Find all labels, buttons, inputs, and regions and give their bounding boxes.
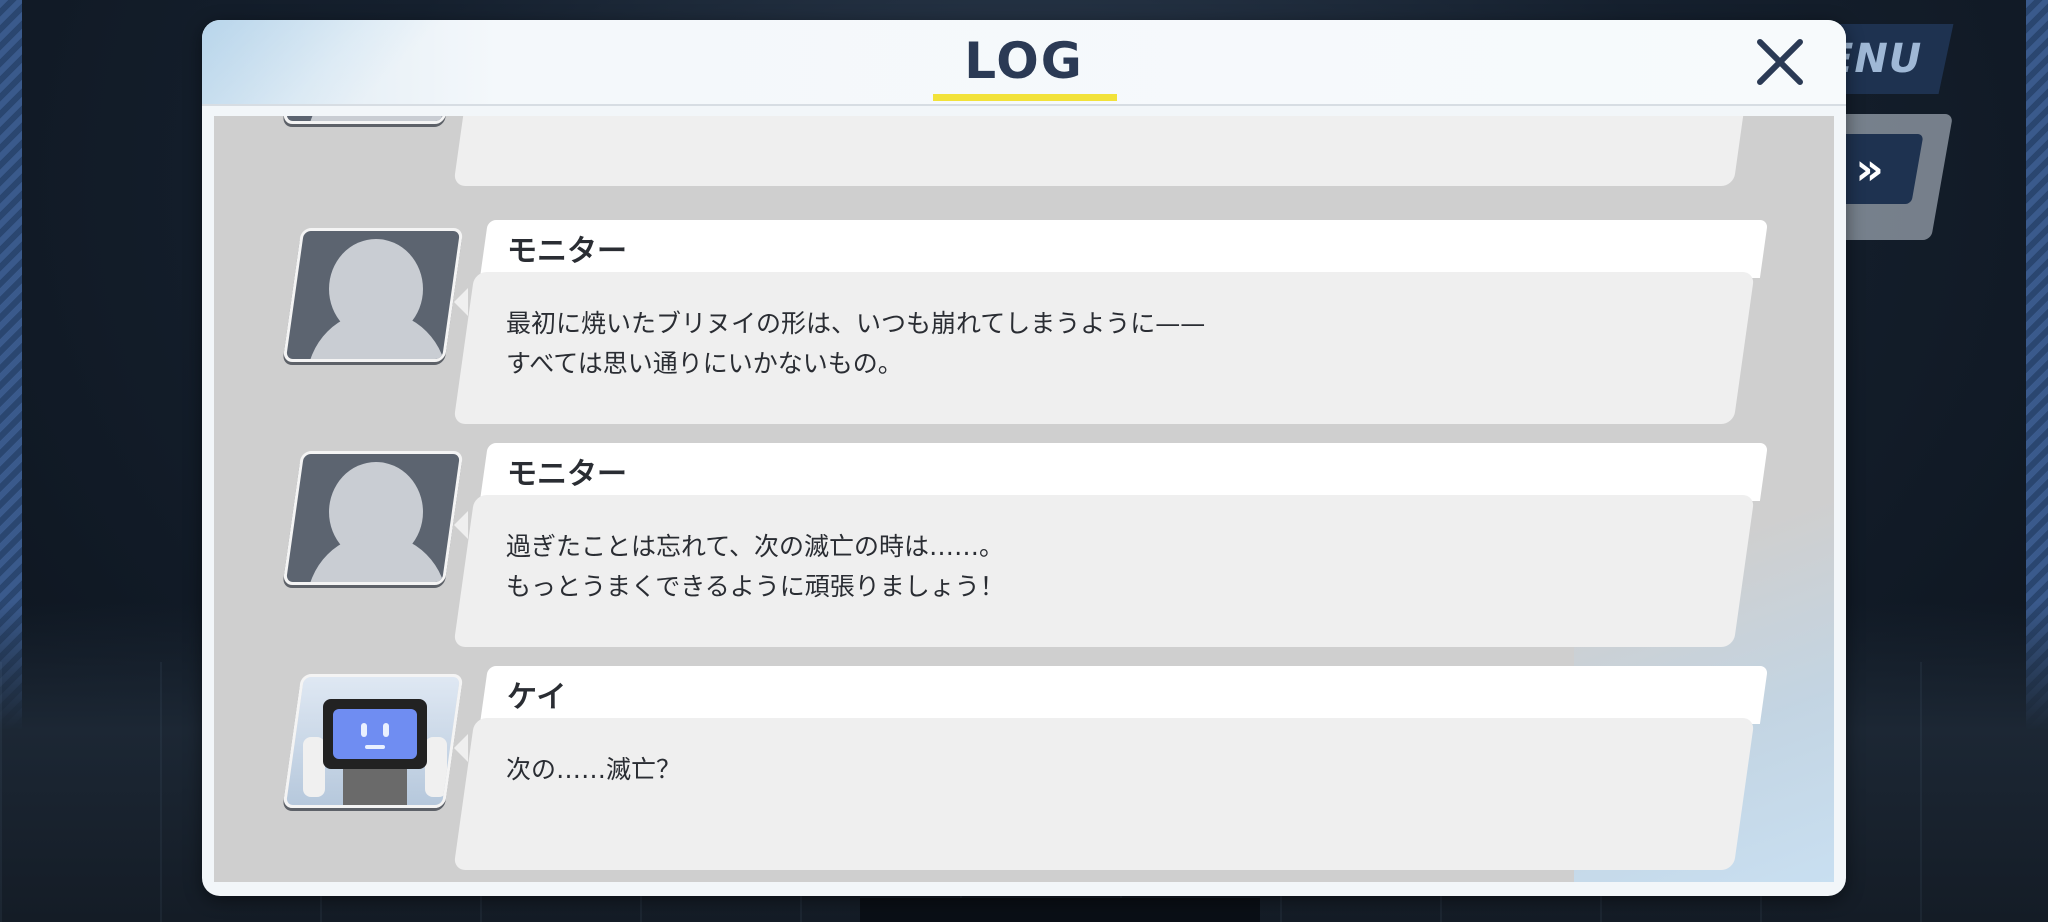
silhouette-icon bbox=[295, 116, 451, 124]
title-underline bbox=[933, 94, 1117, 101]
bubble-pointer bbox=[454, 511, 468, 539]
silhouette-icon bbox=[295, 454, 451, 585]
speaker-avatar bbox=[282, 228, 464, 362]
speaker-name-tab bbox=[479, 443, 1769, 501]
message-text: 最初に焼いたブリヌイの形は、いつも崩れてしまうように—— すべては思い通りにいかな… bbox=[506, 309, 1206, 378]
speaker-avatar bbox=[282, 674, 464, 808]
message-text: 過ぎたことは忘れて、次の滅亡の時は……。 もっとうまくできるように頑張りましょう！ bbox=[506, 532, 1005, 601]
log-header: LOG bbox=[202, 20, 1846, 106]
speaker-name-tab bbox=[479, 220, 1769, 278]
bubble-pointer bbox=[454, 288, 468, 316]
log-entry bbox=[214, 116, 1834, 198]
message-bubble bbox=[453, 718, 1755, 870]
log-scroll-area[interactable]: モニター 最初に焼いたブリヌイの形は、いつも崩れてしまうように—— すべては思い通… bbox=[214, 116, 1834, 882]
log-entry: モニター 最初に焼いたブリヌイの形は、いつも崩れてしまうように—— すべては思い通… bbox=[214, 220, 1834, 436]
speaker-name-tab bbox=[479, 666, 1769, 724]
robot-icon bbox=[295, 677, 451, 808]
speaker-avatar bbox=[282, 116, 464, 124]
close-button[interactable] bbox=[1752, 34, 1808, 90]
message-bubble bbox=[453, 116, 1755, 186]
log-entry: ケイ 次の……滅亡？ bbox=[214, 666, 1834, 882]
speaker-name: ケイ bbox=[507, 680, 567, 715]
log-title: LOG bbox=[964, 32, 1084, 90]
log-entry: モニター 過ぎたことは忘れて、次の滅亡の時は……。 もっとうまくできるように頑張り… bbox=[214, 443, 1834, 659]
speaker-name: モニター bbox=[507, 457, 627, 492]
background-bottom-bar bbox=[860, 898, 1260, 922]
speaker-avatar bbox=[282, 451, 464, 585]
close-icon bbox=[1757, 39, 1803, 85]
silhouette-icon bbox=[295, 231, 451, 362]
message-text: 次の……滅亡？ bbox=[506, 755, 682, 784]
bubble-pointer bbox=[454, 734, 468, 762]
speaker-name: モニター bbox=[507, 234, 627, 269]
log-panel: LOG モニター 最初に焼いたブリヌイの形は、いつも崩れてしまうように—— すべ… bbox=[202, 20, 1846, 896]
